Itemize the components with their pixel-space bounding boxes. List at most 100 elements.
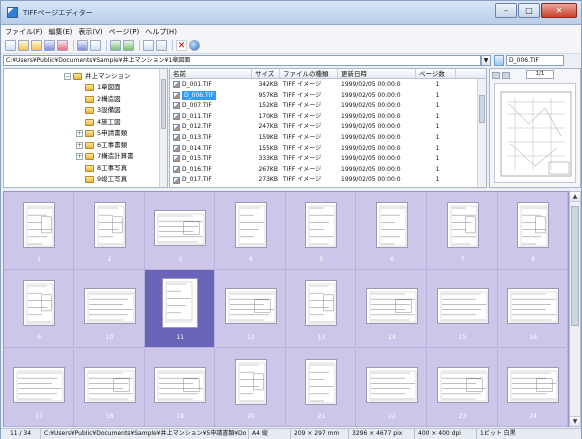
- edit-icon[interactable]: [57, 40, 68, 51]
- status-path: C:¥Users¥Public¥Documents¥Sample¥井上マンション…: [41, 429, 249, 439]
- menu-view[interactable]: 表示(V): [78, 27, 102, 37]
- page-thumbnail[interactable]: 16: [498, 270, 569, 349]
- tree-item[interactable]: +5申請書類: [76, 128, 127, 139]
- rotate-right-icon[interactable]: [123, 40, 134, 51]
- file-row[interactable]: D_014.TIF 155KB TIFF イメージ 1999/02/05 00:00:…: [170, 144, 476, 154]
- page-thumbnail[interactable]: 11: [145, 270, 216, 349]
- tree-item[interactable]: 8工事写真: [76, 163, 127, 174]
- collapse-icon[interactable]: −: [64, 73, 71, 80]
- column-size[interactable]: サイズ: [252, 69, 280, 78]
- tree-item[interactable]: 9竣工写真: [76, 174, 127, 185]
- scroll-down-icon[interactable]: ▼: [570, 416, 580, 426]
- maximize-button[interactable]: □: [518, 3, 540, 18]
- page-thumbnail[interactable]: 9: [4, 270, 74, 349]
- file-row[interactable]: D_006.TIF 957KB TIFF イメージ 1999/02/05 00:00:…: [170, 90, 476, 101]
- tree-item[interactable]: 1章図面: [76, 82, 121, 93]
- path-dropdown-button[interactable]: ▼: [481, 55, 491, 66]
- close-button[interactable]: ✕: [541, 3, 577, 18]
- save-icon[interactable]: [44, 40, 55, 51]
- rotate-left-icon[interactable]: [110, 40, 121, 51]
- file-list-scrollbar-thumb[interactable]: [479, 95, 485, 123]
- folder-icon[interactable]: [31, 40, 42, 51]
- help-icon[interactable]: [189, 40, 200, 51]
- path-input[interactable]: C:¥Users¥Public¥Documents¥Sample¥井上マンション…: [3, 55, 481, 66]
- page-thumbnail[interactable]: 24: [498, 348, 569, 427]
- tree-item[interactable]: 2構造図: [76, 94, 121, 105]
- page-thumbnail[interactable]: 8: [498, 192, 569, 270]
- column-date[interactable]: 更新日時: [338, 69, 416, 78]
- column-name[interactable]: 名前: [170, 69, 252, 78]
- file-row[interactable]: D_015.TIF 333KB TIFF イメージ 1999/02/05 00:00:…: [170, 154, 476, 164]
- dropdown-icon[interactable]: [156, 40, 167, 51]
- page-thumbnail[interactable]: 1: [4, 192, 74, 270]
- page-thumbnail[interactable]: 12: [215, 270, 286, 349]
- preview-first-icon[interactable]: [492, 71, 500, 79]
- page-thumbnail[interactable]: 19: [145, 348, 216, 427]
- column-type[interactable]: ファイルの種類: [280, 69, 338, 78]
- tree-item[interactable]: 3設備図: [76, 105, 121, 116]
- file-go-icon[interactable]: [494, 55, 504, 66]
- expand-icon[interactable]: +: [76, 130, 83, 137]
- tree-item[interactable]: 4施工図: [76, 117, 121, 128]
- file-row[interactable]: D_011.TIF 170KB TIFF イメージ 1999/02/05 00:00:…: [170, 112, 476, 122]
- page-thumbnail[interactable]: 17: [4, 348, 74, 427]
- file-list-scrollbar[interactable]: [477, 79, 486, 187]
- page-thumbnail[interactable]: 13: [286, 270, 357, 349]
- thumbnail-number: 8: [531, 256, 536, 263]
- page-thumbnail[interactable]: 4: [215, 192, 286, 270]
- minimize-button[interactable]: –: [495, 3, 517, 18]
- menu-page[interactable]: ページ(P): [109, 27, 140, 37]
- expand-icon[interactable]: +: [76, 141, 83, 149]
- filename-field[interactable]: D_006.TIF: [506, 55, 564, 66]
- expand-icon[interactable]: +: [76, 153, 83, 160]
- page-thumbnail[interactable]: 18: [74, 348, 145, 427]
- file-row[interactable]: D_012.TIF 247KB TIFF イメージ 1999/02/05 00:00:…: [170, 122, 476, 132]
- thumbnail-number: 23: [458, 412, 467, 420]
- menu-file[interactable]: ファイル(F): [5, 27, 43, 37]
- page-thumbnail[interactable]: 14: [357, 270, 427, 349]
- tree-item[interactable]: +7構造計算書: [76, 151, 134, 162]
- title-bar[interactable]: TIFFページエディター – □ ✕: [1, 1, 581, 25]
- thumbnail-scrollbar[interactable]: ▲ ▼: [569, 191, 581, 427]
- tree-item[interactable]: +6工事書類: [76, 140, 127, 151]
- thumbnail-number: 6: [390, 256, 394, 263]
- thumbnail-view-icon[interactable]: [143, 40, 154, 51]
- preview-page-counter[interactable]: 1/1: [526, 70, 554, 79]
- page-thumbnail[interactable]: 10: [74, 270, 145, 349]
- thumbnail-image: [446, 202, 479, 248]
- tree-item-root[interactable]: − 井上マンション: [64, 71, 131, 82]
- thumbnail-number: 4: [248, 256, 253, 263]
- file-row[interactable]: D_016.TIF 267KB TIFF イメージ 1999/02/05 00:00:…: [170, 165, 476, 175]
- file-type: TIFF イメージ: [283, 102, 322, 110]
- page-thumbnail[interactable]: 6: [357, 192, 427, 270]
- menu-edit[interactable]: 編集(E): [49, 27, 73, 37]
- open-icon[interactable]: [18, 40, 29, 51]
- tree-scrollbar-thumb[interactable]: [161, 79, 166, 129]
- file-row[interactable]: D_017.TIF 273KB TIFF イメージ 1999/02/05 00:00:…: [170, 175, 476, 185]
- page-thumbnail[interactable]: 15: [427, 270, 498, 349]
- page-thumbnail[interactable]: 21: [286, 348, 357, 427]
- file-row[interactable]: D_007.TIF 152KB TIFF イメージ 1999/02/05 00:00:…: [170, 101, 476, 111]
- file-pages: 1: [435, 102, 440, 110]
- tree-scrollbar[interactable]: [159, 69, 167, 187]
- menu-help[interactable]: ヘルプ(H): [145, 27, 177, 37]
- file-row[interactable]: D_001.TIF 342KB TIFF イメージ 1999/02/05 00:00:…: [170, 80, 476, 90]
- new-icon[interactable]: [5, 40, 16, 51]
- page-thumbnail[interactable]: 2: [74, 192, 145, 270]
- delete-icon[interactable]: ✕: [176, 40, 187, 51]
- thumbnail-scrollbar-thumb[interactable]: [571, 206, 579, 326]
- preview-image[interactable]: [494, 83, 576, 183]
- scroll-up-icon[interactable]: ▲: [570, 192, 580, 202]
- page-thumbnail[interactable]: 5: [286, 192, 357, 270]
- page-thumbnail[interactable]: 3: [145, 192, 216, 270]
- page-thumbnail[interactable]: 23: [427, 348, 498, 427]
- grid-view-icon[interactable]: [77, 40, 88, 51]
- list-view-icon[interactable]: [90, 40, 101, 51]
- preview-prev-icon[interactable]: [502, 71, 510, 79]
- page-thumbnail[interactable]: 20: [215, 348, 286, 427]
- column-pages[interactable]: ページ数: [416, 69, 456, 78]
- page-thumbnail[interactable]: 7: [427, 192, 498, 270]
- tiff-file-icon: [173, 91, 180, 99]
- page-thumbnail[interactable]: 22: [357, 348, 427, 427]
- file-row[interactable]: D_013.TIF 159KB TIFF イメージ 1999/02/05 00:00:…: [170, 133, 476, 143]
